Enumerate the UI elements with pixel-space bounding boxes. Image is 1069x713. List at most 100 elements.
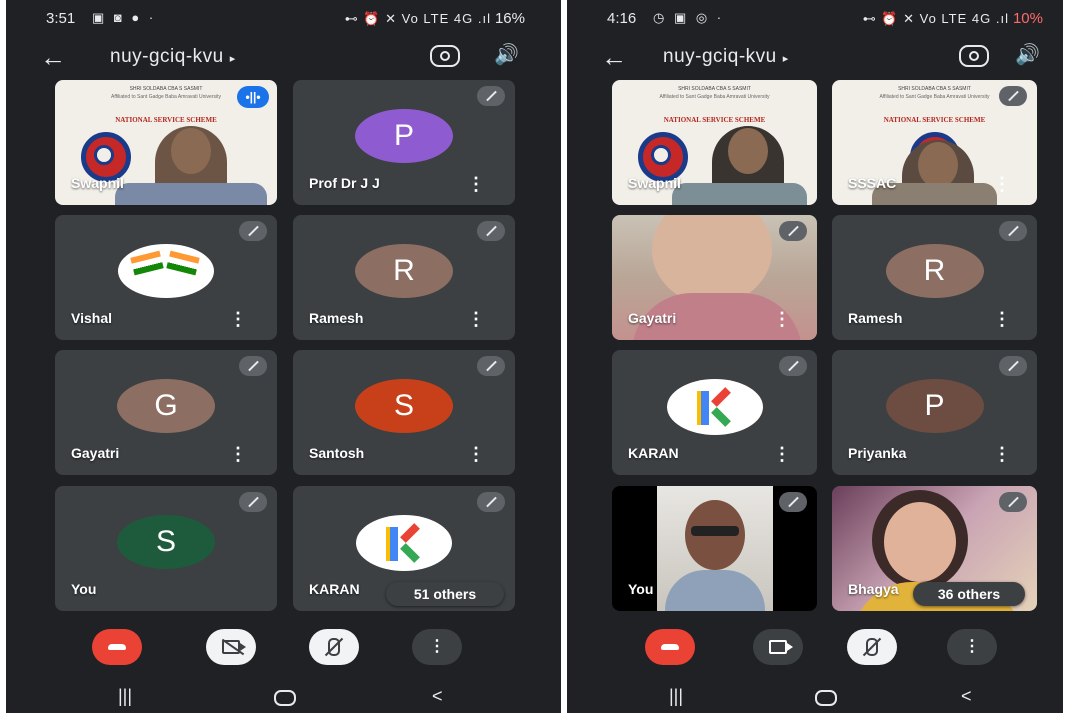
participant-name: Gayatri: [628, 310, 677, 326]
nav-back-icon[interactable]: <: [432, 686, 443, 707]
participant-name: Swapnil: [628, 175, 681, 191]
participant-video-shirt: [672, 183, 807, 205]
participant-tile-santosh[interactable]: S Santosh ⋮: [293, 350, 515, 475]
mic-muted-icon: [779, 356, 807, 376]
avatar: P: [885, 378, 984, 433]
more-options-icon[interactable]: ⋮: [993, 175, 1011, 193]
participant-tile-you[interactable]: You: [612, 486, 817, 611]
mic-muted-icon: [477, 86, 505, 106]
mic-muted-icon: [477, 221, 505, 241]
mic-muted-icon: [239, 221, 267, 241]
avatar: G: [117, 378, 215, 433]
mic-off-button[interactable]: [847, 629, 897, 665]
participant-tile-vishal[interactable]: Vishal ⋮: [55, 215, 277, 340]
video-face: [884, 502, 956, 582]
participant-tile-sssac[interactable]: SHRI SOLDABA CBA S SASMIT Affiliated to …: [832, 80, 1037, 205]
participant-tile-gayatri[interactable]: Gayatri ⋮: [612, 215, 817, 340]
mic-off-icon: [866, 637, 878, 656]
more-options-icon[interactable]: ⋮: [773, 445, 791, 463]
participant-name: Bhagya: [848, 581, 899, 597]
system-nav-bar: ||| <: [567, 680, 1063, 713]
recents-icon[interactable]: |||: [669, 686, 683, 707]
more-options-icon[interactable]: ⋮: [229, 445, 247, 463]
notification-icons: ▣ ◙ ● ·: [92, 10, 157, 25]
video-shirt: [665, 570, 765, 611]
poster-heading: NATIONAL SERVICE SCHEME: [663, 116, 766, 124]
battery-level: 16%: [494, 10, 525, 27]
end-call-button[interactable]: [645, 629, 695, 665]
participant-video-shirt: [115, 183, 267, 205]
more-options-icon[interactable]: ⋮: [993, 445, 1011, 463]
meeting-header: ← nuy-gciq-kvu ▸ 🔊: [567, 36, 1063, 80]
video-face: [652, 215, 772, 305]
participant-name: KARAN: [628, 445, 679, 461]
status-indicators: ⊷ ⏰ ✕ Vo LTE 4G .ıl 10%: [863, 10, 1043, 27]
more-options-icon[interactable]: ⋮: [773, 310, 791, 328]
participant-tile-gayatri[interactable]: G Gayatri ⋮: [55, 350, 277, 475]
self-video: [657, 486, 773, 611]
participant-name: You: [71, 581, 97, 597]
participant-tile-priyanka[interactable]: P Priyanka ⋮: [832, 350, 1037, 475]
camera-off-icon: [222, 639, 246, 654]
others-count-button[interactable]: 51 others: [386, 582, 504, 606]
avatar: P: [355, 108, 453, 163]
participant-name: Priyanka: [848, 445, 907, 461]
home-icon[interactable]: [815, 690, 837, 706]
meeting-header: ← nuy-gciq-kvu ▸ 🔊: [6, 36, 561, 80]
participant-name: SSSAC: [848, 175, 897, 191]
meeting-code-text: nuy-gciq-kvu: [663, 46, 777, 67]
avatar-k-logo-icon: [666, 378, 763, 435]
others-count-button[interactable]: 36 others: [913, 582, 1025, 606]
more-options-button[interactable]: ⋮: [947, 629, 997, 665]
mic-muted-icon: [477, 356, 505, 376]
more-options-icon[interactable]: ⋮: [993, 310, 1011, 328]
meeting-code-text: nuy-gciq-kvu: [110, 46, 224, 67]
mic-muted-icon: [779, 221, 807, 241]
mic-off-icon: [328, 637, 340, 656]
participant-tile-ramesh[interactable]: R Ramesh ⋮: [293, 215, 515, 340]
status-time: 4:16: [607, 10, 637, 27]
avatar-k-logo-icon: [356, 514, 452, 571]
meeting-code[interactable]: nuy-gciq-kvu ▸: [110, 46, 236, 68]
camera-icon: [769, 639, 793, 654]
switch-camera-icon[interactable]: [959, 45, 989, 67]
more-options-icon[interactable]: ⋮: [467, 310, 485, 328]
caret-right-icon: ▸: [229, 53, 236, 65]
participant-tile-prof-dr-jj[interactable]: P Prof Dr J J ⋮: [293, 80, 515, 205]
recents-icon[interactable]: |||: [118, 686, 132, 707]
mic-muted-icon: [999, 86, 1027, 106]
more-options-icon[interactable]: ⋮: [467, 175, 485, 193]
mic-muted-icon: [779, 492, 807, 512]
status-indicators: ⊷ ⏰ ✕ Vo LTE 4G .ıl 16%: [345, 10, 525, 27]
end-call-button[interactable]: [92, 629, 142, 665]
more-options-button[interactable]: ⋮: [412, 629, 462, 665]
camera-button[interactable]: [753, 629, 803, 665]
switch-camera-icon[interactable]: [430, 45, 460, 67]
mic-off-button[interactable]: [309, 629, 359, 665]
phone-screen-left: 3:51 ▣ ◙ ● · ⊷ ⏰ ✕ Vo LTE 4G .ıl 16% ← nu…: [6, 0, 561, 713]
participant-tile-you[interactable]: S You: [55, 486, 277, 611]
meeting-code[interactable]: nuy-gciq-kvu ▸: [663, 46, 789, 68]
notification-icons: ◷ ▣ ◎ ·: [653, 10, 725, 25]
speaker-icon[interactable]: 🔊: [1015, 42, 1040, 67]
home-icon[interactable]: [274, 690, 296, 706]
back-arrow-icon[interactable]: ←: [40, 42, 66, 73]
more-options-icon[interactable]: ⋮: [467, 445, 485, 463]
participant-tile-ramesh[interactable]: R Ramesh ⋮: [832, 215, 1037, 340]
video-glasses: [691, 526, 739, 536]
camera-off-button[interactable]: [206, 629, 256, 665]
nav-back-icon[interactable]: <: [961, 686, 972, 707]
battery-level: 10%: [1012, 10, 1043, 27]
more-options-icon[interactable]: ⋮: [229, 310, 247, 328]
avatar: S: [355, 378, 453, 433]
speaker-icon[interactable]: 🔊: [494, 42, 519, 67]
back-arrow-icon[interactable]: ←: [601, 42, 627, 73]
participant-name: You: [628, 581, 654, 597]
mic-muted-icon: [999, 221, 1027, 241]
participant-tile-karan[interactable]: KARAN ⋮: [612, 350, 817, 475]
participant-tile-swapnil[interactable]: SHRI SOLDABA CBA S SASMIT Affiliated to …: [55, 80, 277, 205]
participant-name: KARAN: [309, 581, 360, 597]
participant-name: Ramesh: [309, 310, 364, 326]
participant-tile-swapnil[interactable]: SHRI SOLDABA CBA S SASMIT Affiliated to …: [612, 80, 817, 205]
status-bar: 4:16 ◷ ▣ ◎ · ⊷ ⏰ ✕ Vo LTE 4G .ıl 10%: [567, 0, 1063, 36]
